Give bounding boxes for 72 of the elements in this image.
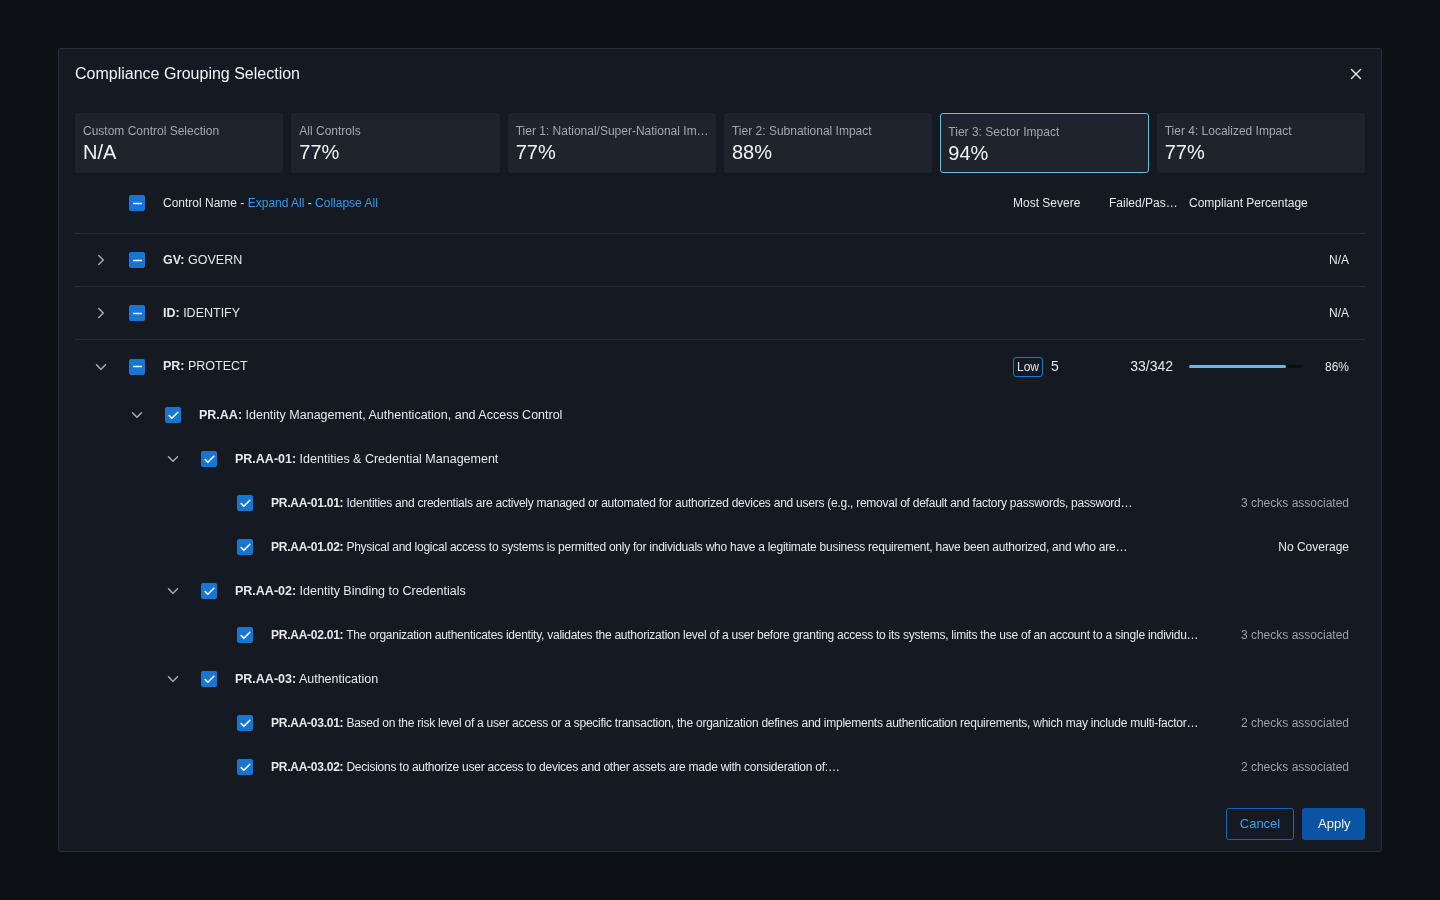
checkbox[interactable] [129, 305, 145, 321]
compliance-percentage: 86% [1323, 358, 1349, 376]
control-name: PR.AA: Identity Management, Authentication, and Access Control [199, 406, 563, 424]
checkbox[interactable] [237, 539, 253, 555]
control-name: PR.AA-01.01: Identities and credentials are actively managed or automated for authorized devices and users (e.g., removal of default and factory passwords, password… [271, 495, 1133, 512]
grouping-card[interactable]: Tier 4: Localized Impact 77% [1156, 113, 1365, 173]
column-header: Control Name - Expand All - Collapse All [163, 195, 378, 212]
control-name: PR.AA-01: Identities & Credential Management [235, 450, 499, 468]
cancel-button[interactable]: Cancel [1226, 808, 1294, 840]
header-link[interactable]: Collapse All [315, 196, 378, 210]
card-label: Custom Control Selection [83, 123, 221, 140]
coverage-text: 3 checks associated [1240, 495, 1349, 512]
card-label: Tier 1: National/Super-National Im… [515, 123, 708, 140]
control-name: PR.AA-02: Identity Binding to Credentials [235, 582, 466, 600]
check-icon [202, 672, 216, 686]
checkbox[interactable] [237, 627, 253, 643]
control-name: GV: GOVERN [163, 251, 243, 269]
checkbox[interactable] [129, 195, 145, 211]
check-icon [202, 452, 216, 466]
control-name: PR.AA-02.01: The organization authenticates identity, validates the authorization level of a user before granting access to its systems, limits the use of an account to a single individu… [271, 627, 1199, 644]
control-name: PR.AA-03.02: Decisions to authorize user access to devices and other assets are made with consideration of:… [271, 759, 840, 776]
checkbox[interactable] [201, 583, 217, 599]
checkbox[interactable] [129, 358, 145, 375]
check-icon [238, 496, 252, 510]
card-value: 77% [1164, 140, 1206, 164]
checkbox[interactable] [237, 495, 253, 511]
grouping-card[interactable]: All Controls 77% [291, 113, 500, 173]
compliance-percentage: N/A [1329, 305, 1349, 322]
check-icon [202, 584, 216, 598]
checkbox[interactable] [165, 407, 181, 423]
check-icon [238, 540, 252, 554]
header-link[interactable]: Expand All [247, 196, 305, 210]
card-value: 77% [299, 140, 341, 164]
severity-count: 5 [1051, 357, 1059, 376]
grouping-card[interactable]: Tier 3: Sector Impact 94% [940, 113, 1149, 173]
control-name: ID: IDENTIFY [163, 304, 241, 322]
checkbox[interactable] [201, 451, 217, 467]
coverage-text: No Coverage [1278, 539, 1349, 556]
card-value: 94% [948, 141, 990, 165]
card-value: N/A [83, 140, 118, 164]
card-value: 88% [732, 140, 773, 164]
card-label: Tier 3: Sector Impact [948, 124, 1061, 141]
control-name: PR.AA-03: Authentication [235, 670, 379, 688]
checkbox[interactable] [237, 759, 253, 775]
checkbox[interactable] [201, 671, 217, 687]
control-name: PR.AA-01.02: Physical and logical access to systems is permitted only for individuals who have a legitimate business requirement, have been authorized, and who are… [271, 539, 1128, 556]
check-icon [238, 716, 252, 730]
coverage-text: 3 checks associated [1240, 627, 1349, 644]
severity-badge: Low [1013, 356, 1043, 377]
grouping-card[interactable]: Custom Control Selection N/A [75, 113, 284, 173]
card-label: Tier 4: Localized Impact [1164, 123, 1293, 140]
check-icon [238, 628, 252, 642]
apply-button[interactable]: Apply [1302, 808, 1365, 840]
coverage-text: 2 checks associated [1240, 715, 1349, 732]
control-name: PR: PROTECT [163, 358, 248, 376]
column-header: Most Severe [1013, 195, 1082, 212]
grouping-card[interactable]: Tier 2: Subnational Impact 88% [724, 113, 933, 173]
check-icon [166, 408, 180, 422]
check-icon [238, 760, 252, 774]
column-header: Compliant Percentage [1189, 195, 1309, 212]
checkbox[interactable] [129, 252, 145, 268]
control-name: PR.AA-03.01: Based on the risk level of a user access or a specific transaction, the organization defines and implements authentication requirements, which may include multi-factor… [271, 715, 1199, 732]
checkbox[interactable] [237, 715, 253, 731]
column-header: Failed/Pas… [1109, 195, 1179, 212]
card-label: All Controls [299, 123, 362, 140]
card-value: 77% [515, 140, 557, 164]
compliance-percentage: N/A [1329, 252, 1349, 269]
card-label: Tier 2: Subnational Impact [732, 123, 873, 140]
coverage-text: 2 checks associated [1240, 759, 1349, 776]
dialog-title: Compliance Grouping Selection [75, 64, 300, 84]
failed-passed-count: 33/342 [1130, 357, 1173, 376]
grouping-card[interactable]: Tier 1: National/Super-National Im… 77% [507, 113, 716, 173]
